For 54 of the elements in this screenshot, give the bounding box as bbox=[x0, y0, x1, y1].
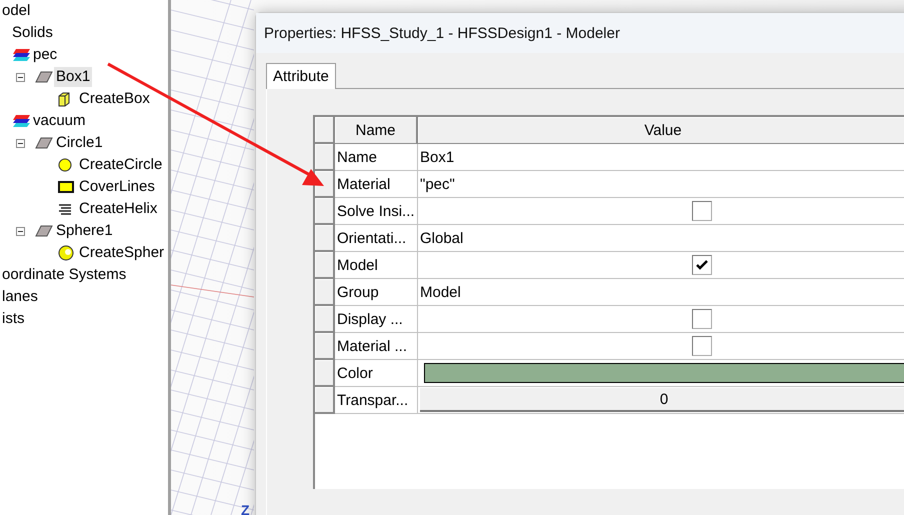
tree-item[interactable]: vacuum bbox=[31, 111, 88, 131]
property-value: Model bbox=[419, 284, 461, 300]
layers-icon bbox=[12, 48, 31, 62]
rectangle-icon bbox=[58, 181, 74, 193]
layers-icon bbox=[12, 114, 31, 128]
coil-icon bbox=[58, 203, 72, 215]
sphere-icon bbox=[58, 245, 74, 261]
tree-item[interactable]: CreateHelix bbox=[77, 199, 160, 219]
property-name: Name bbox=[335, 144, 418, 171]
tab[interactable]: Attribute bbox=[266, 63, 336, 89]
tree-item[interactable]: Solids bbox=[10, 23, 55, 43]
checkbox[interactable] bbox=[692, 336, 712, 356]
checkbox[interactable] bbox=[692, 309, 712, 329]
tree-item[interactable]: CoverLines bbox=[77, 177, 157, 197]
tree-item[interactable]: Sphere1 bbox=[54, 221, 115, 241]
axis-label: Z bbox=[241, 502, 250, 515]
collapse-toggle[interactable] bbox=[16, 226, 25, 236]
property-name: Orientati... bbox=[335, 225, 418, 252]
property-name: Color bbox=[335, 360, 418, 387]
tree-item[interactable]: pec bbox=[31, 45, 60, 65]
column-header: Name bbox=[335, 117, 418, 144]
property-name: Material bbox=[335, 171, 418, 198]
tree-item[interactable]: CreateBox bbox=[77, 89, 152, 109]
checkmark-icon bbox=[696, 260, 708, 270]
block-icon bbox=[35, 225, 53, 237]
tree-item[interactable]: CreateSpher bbox=[77, 243, 166, 263]
property-name: Display ... bbox=[335, 306, 418, 333]
number-field[interactable]: 0 bbox=[420, 388, 904, 412]
collapse-toggle[interactable] bbox=[16, 138, 25, 148]
circle-icon bbox=[58, 158, 72, 172]
dialog-title: Properties: HFSS_Study_1 - HFSSDesign1 - Modeler bbox=[264, 24, 620, 42]
color-swatch[interactable] bbox=[424, 363, 904, 383]
block-icon bbox=[35, 137, 53, 149]
tree-item[interactable]: ists bbox=[0, 309, 26, 329]
tree-item[interactable]: Circle1 bbox=[54, 133, 105, 153]
tree-item[interactable]: Box1 bbox=[54, 67, 92, 87]
property-name: Model bbox=[335, 252, 418, 279]
property-value: Global bbox=[419, 230, 464, 246]
property-name: Material ... bbox=[335, 333, 418, 360]
cube-icon bbox=[58, 92, 70, 106]
property-value: "pec" bbox=[419, 176, 455, 192]
property-name: Group bbox=[335, 279, 418, 306]
tree-item[interactable]: lanes bbox=[0, 287, 40, 307]
tree-item[interactable]: odel bbox=[0, 1, 32, 21]
tree-item[interactable]: oordinate Systems bbox=[0, 265, 128, 285]
property-name: Solve Insi... bbox=[335, 198, 418, 225]
checkbox[interactable] bbox=[692, 201, 712, 221]
tree-item[interactable]: CreateCircle bbox=[77, 155, 164, 175]
collapse-toggle[interactable] bbox=[16, 72, 25, 82]
property-name: Transpar... bbox=[335, 387, 418, 414]
block-icon bbox=[35, 71, 53, 83]
property-value: Box1 bbox=[419, 148, 454, 166]
checkbox[interactable] bbox=[692, 255, 712, 275]
column-header: Value bbox=[418, 117, 904, 144]
